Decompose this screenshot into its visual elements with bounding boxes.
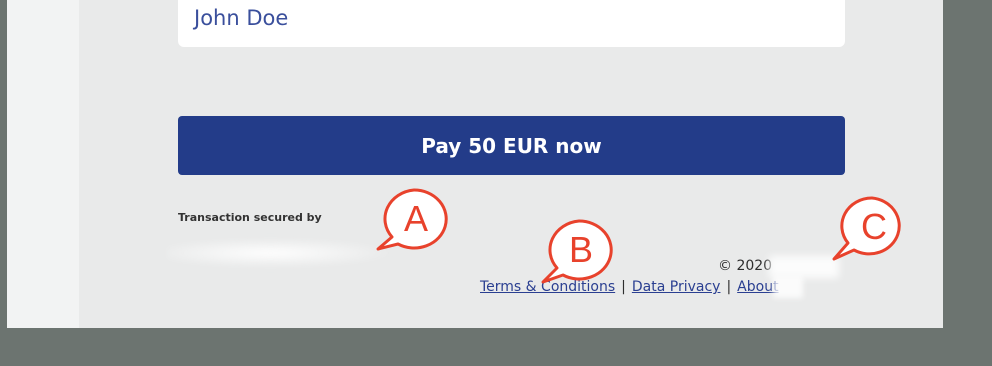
- checkout-page: John Doe Pay 50 EUR now Transaction secu…: [7, 0, 943, 328]
- copyright-text: © 2020: [718, 258, 773, 274]
- cardholder-name-value: John Doe: [194, 6, 289, 30]
- pay-now-button[interactable]: Pay 50 EUR now: [178, 116, 845, 175]
- callout-c-letter: C: [861, 206, 887, 247]
- transaction-secured-label: Transaction secured by: [178, 211, 322, 224]
- footer-links: Terms & Conditions | Data Privacy | About: [480, 279, 779, 295]
- cardholder-name-field[interactable]: John Doe: [178, 0, 845, 47]
- callout-b-marker: B: [541, 219, 613, 284]
- callout-b-letter: B: [569, 229, 593, 270]
- security-provider-logo: [167, 238, 397, 268]
- data-privacy-link[interactable]: Data Privacy: [632, 279, 721, 295]
- link-separator: |: [726, 279, 732, 295]
- callout-a-letter: A: [404, 198, 428, 239]
- link-separator: |: [621, 279, 626, 295]
- left-sidebar-strip: [7, 0, 79, 328]
- redacted-after-about: [773, 276, 803, 298]
- callout-c-marker: C: [832, 196, 901, 261]
- callout-a-marker: A: [376, 188, 448, 251]
